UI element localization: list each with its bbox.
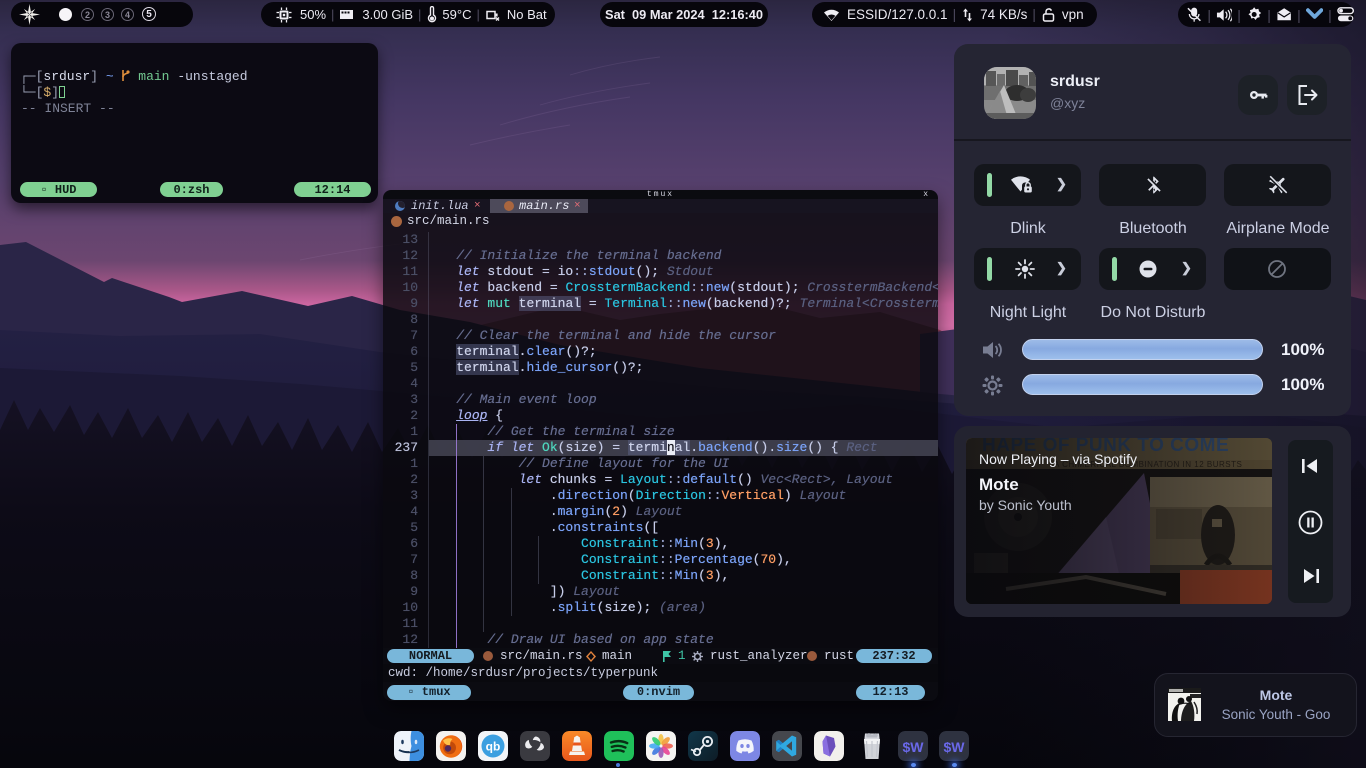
svg-text:$W: $W [903, 739, 925, 755]
svg-text:qb: qb [486, 740, 501, 754]
svg-text:$W: $W [944, 739, 966, 755]
